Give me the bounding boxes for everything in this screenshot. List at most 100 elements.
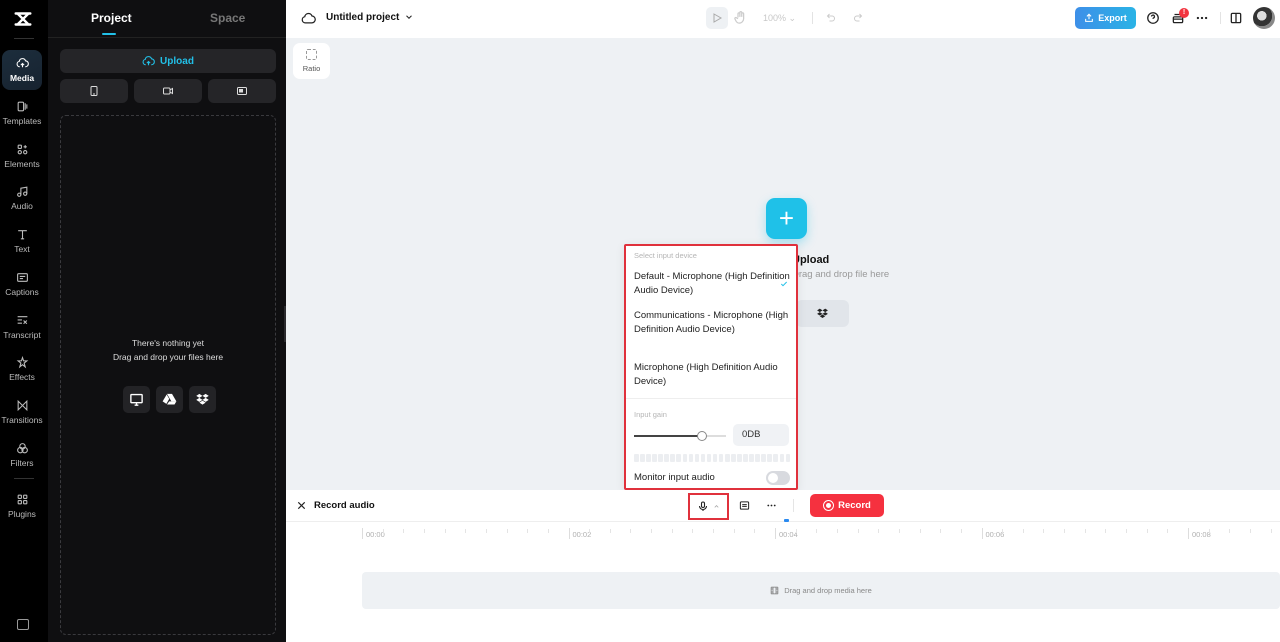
rail-divider	[14, 38, 34, 39]
hand-tool-icon[interactable]	[733, 10, 748, 25]
rail-divider	[14, 478, 34, 479]
screen-record-icon	[237, 87, 247, 95]
record-screen-button[interactable]	[208, 79, 276, 103]
record-camera-button[interactable]	[134, 79, 202, 103]
rail-item-media[interactable]: Media	[2, 50, 42, 90]
ruler-minor-tick	[692, 529, 694, 533]
meter-segment	[688, 454, 694, 462]
left-rail: Media Templates Elements Audio Text Capt…	[0, 0, 48, 642]
upload-button[interactable]: Upload	[60, 49, 276, 73]
ruler-minor-tick	[609, 529, 611, 533]
rail-item-text[interactable]: Text	[2, 221, 42, 261]
microphone-icon	[698, 501, 708, 511]
more-options-icon[interactable]	[1195, 11, 1209, 25]
ruler-major-tick	[568, 528, 570, 539]
undo-icon[interactable]	[825, 12, 837, 24]
meter-segment	[676, 454, 681, 462]
dropbox-button[interactable]	[189, 386, 216, 413]
google-drive-button[interactable]	[156, 386, 183, 413]
capcut-logo-icon[interactable]	[12, 8, 34, 30]
device-option-default[interactable]: Default - Microphone (High Definition Au…	[634, 270, 794, 297]
chevron-down-icon[interactable]	[404, 12, 414, 22]
device-option-microphone[interactable]: Microphone (High Definition Audio Device…	[634, 361, 794, 388]
popover-divider	[626, 398, 796, 399]
toolbar-divider	[1220, 12, 1221, 24]
media-dropzone[interactable]: There's nothing yet Drag and drop your f…	[60, 115, 276, 635]
rail-item-filters[interactable]: Filters	[2, 435, 42, 475]
help-icon[interactable]	[1146, 11, 1160, 25]
canvas-dropbox-button[interactable]	[796, 300, 849, 327]
upload-from-phone-button[interactable]	[60, 79, 128, 103]
monitor-input-audio-toggle[interactable]	[766, 471, 790, 485]
ruler-minor-tick	[403, 529, 405, 533]
rail-item-captions[interactable]: Captions	[2, 264, 42, 304]
ruler-minor-tick	[1084, 529, 1086, 533]
ruler-minor-tick	[1105, 529, 1107, 533]
export-button[interactable]: Export	[1075, 7, 1136, 29]
rail-item-audio[interactable]: Audio	[2, 178, 42, 218]
tab-space[interactable]: Space	[210, 11, 245, 25]
ruler-minor-tick	[857, 529, 859, 533]
rail-item-templates[interactable]: Templates	[2, 93, 42, 133]
ruler-major-tick	[1188, 528, 1189, 539]
select-tool-button[interactable]	[706, 7, 728, 29]
ruler-minor-tick	[1022, 529, 1024, 533]
ruler-minor-tick	[816, 529, 818, 533]
redo-icon[interactable]	[852, 12, 864, 24]
aspect-ratio-icon	[306, 49, 317, 60]
record-audio-bar: Record audio Record	[286, 490, 1280, 522]
captions-icon[interactable]	[738, 500, 751, 511]
meter-segment	[658, 454, 663, 462]
user-avatar[interactable]	[1253, 7, 1275, 29]
media-panel: Project Space Upload There's nothing yet…	[48, 0, 286, 642]
templates-icon	[17, 101, 27, 112]
ruler-minor-tick	[898, 529, 900, 533]
project-title[interactable]: Untitled project	[326, 12, 399, 23]
slider-thumb[interactable]	[697, 431, 708, 441]
tab-project[interactable]: Project	[91, 11, 132, 25]
close-icon[interactable]	[296, 500, 307, 511]
ruler-minor-tick	[878, 529, 880, 533]
input-gain-value-field[interactable]: 0DB	[733, 424, 789, 446]
input-device-selector[interactable]	[688, 493, 729, 520]
rail-item-elements[interactable]: Elements	[2, 136, 42, 176]
slider-fill	[634, 435, 703, 437]
transcript-icon	[17, 316, 27, 325]
meter-segment	[718, 454, 724, 462]
ruler-major-tick	[362, 528, 363, 539]
timeline: Drag and drop media here 00:00 00:02 00:04…	[286, 523, 1280, 642]
meter-segment	[652, 454, 657, 462]
record-button[interactable]: Record	[810, 494, 884, 517]
more-options-icon[interactable]	[765, 500, 778, 511]
rail-item-plugins[interactable]: Plugins	[2, 486, 42, 526]
input-gain-slider[interactable]	[634, 430, 726, 442]
zoom-level-dropdown[interactable]: 100% ⌄	[763, 13, 796, 24]
chevron-up-icon	[714, 505, 719, 508]
rail-item-transcript[interactable]: Transcript	[2, 307, 42, 347]
ruler-minor-tick	[527, 529, 529, 533]
ruler-minor-tick	[465, 529, 467, 533]
keyboard-shortcuts-icon[interactable]	[17, 619, 29, 630]
upload-from-computer-button[interactable]	[123, 386, 150, 413]
rail-item-effects[interactable]: Effects	[2, 349, 42, 389]
ratio-button[interactable]: Ratio	[293, 43, 330, 79]
layout-split-icon[interactable]	[1229, 11, 1243, 25]
input-device-popover: Select input device Default - Microphone…	[624, 244, 798, 490]
ruler-minor-tick	[1064, 529, 1066, 533]
ruler-minor-tick	[795, 529, 797, 533]
media-track-dropzone[interactable]: Drag and drop media here	[362, 572, 1280, 609]
add-media-button[interactable]: +	[766, 198, 807, 239]
ruler-minor-tick	[506, 529, 508, 533]
monitor-input-audio-label: Monitor input audio	[634, 472, 715, 483]
meter-segment	[664, 454, 669, 462]
meter-segment	[700, 454, 706, 462]
ruler-minor-tick	[836, 529, 838, 533]
meter-segment	[646, 454, 651, 462]
meter-segment	[640, 454, 645, 462]
device-option-communications[interactable]: Communications - Microphone (High Defini…	[634, 309, 794, 336]
filters-icon	[16, 443, 28, 454]
phone-icon	[90, 86, 98, 96]
playhead-marker[interactable]	[784, 519, 789, 522]
rail-item-transitions[interactable]: Transitions	[1, 392, 43, 432]
ruler-minor-tick	[1270, 529, 1272, 533]
